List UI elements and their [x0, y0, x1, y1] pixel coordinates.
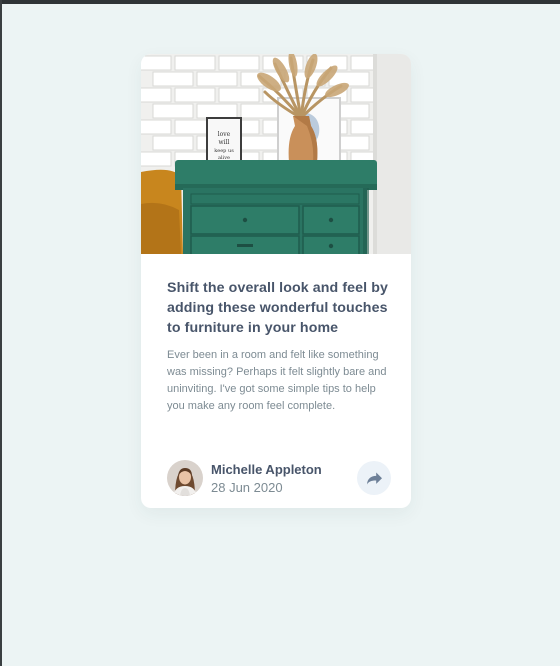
author-avatar	[167, 460, 203, 496]
share-arrow-icon	[366, 472, 382, 484]
window-left-edge	[0, 0, 2, 666]
svg-text:keep us: keep us	[214, 148, 234, 154]
article-description: Ever been in a room and felt like someth…	[167, 349, 387, 412]
browser-top-strip	[0, 0, 560, 4]
hero-image: love will keep us alive	[141, 54, 411, 254]
card-footer: Michelle Appleton 28 Jun 2020	[167, 460, 391, 496]
svg-text:love: love	[218, 131, 231, 138]
article-preview-card: love will keep us alive Shift the overal…	[141, 54, 411, 508]
drawers-photo: love will keep us alive	[141, 54, 411, 254]
svg-text:will: will	[219, 139, 230, 146]
share-button[interactable]	[357, 461, 391, 495]
author-name: Michelle Appleton	[211, 462, 322, 477]
article-title[interactable]: Shift the overall look and feel by addin…	[167, 278, 391, 338]
author-portrait	[167, 460, 203, 496]
card-body: Shift the overall look and feel by addin…	[167, 278, 391, 415]
publish-date: 28 Jun 2020	[211, 480, 283, 495]
